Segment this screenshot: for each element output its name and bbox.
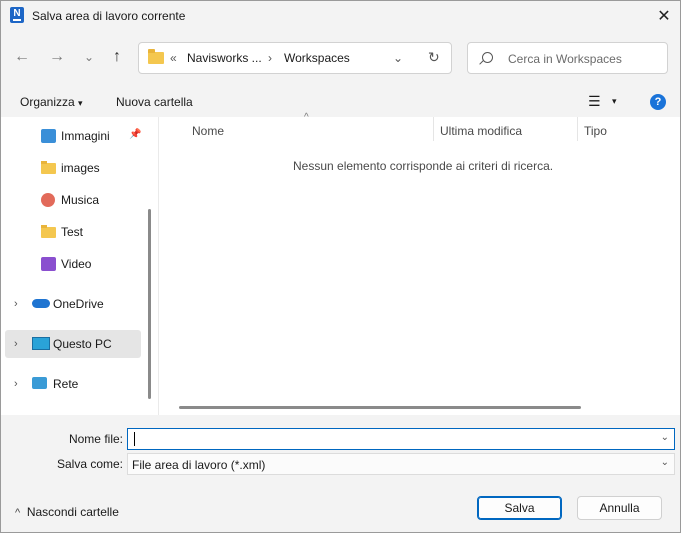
- breadcrumb-parent[interactable]: Navisworks ...: [187, 51, 262, 65]
- pictures-icon: [41, 129, 56, 143]
- expand-chevron-icon[interactable]: ›: [14, 298, 18, 310]
- navigation-pane: Immagini 📌 images Musica Test Video › On…: [1, 117, 158, 415]
- sidebar-item-label: Questo PC: [53, 337, 112, 351]
- search-input[interactable]: Cerca in Workspaces: [508, 52, 622, 66]
- sidebar-item-label: OneDrive: [53, 297, 104, 311]
- empty-message: Nessun elemento corrisponde ai criteri d…: [293, 159, 554, 173]
- breadcrumb-current[interactable]: Workspaces: [284, 51, 350, 65]
- column-divider[interactable]: [577, 117, 578, 141]
- organize-label: Organizza: [20, 95, 75, 109]
- video-icon: [41, 257, 56, 271]
- help-icon[interactable]: ?: [650, 94, 666, 110]
- sidebar-item-label: Musica: [61, 193, 100, 207]
- search-icon: [482, 52, 493, 63]
- save-button[interactable]: Salva: [477, 496, 562, 520]
- save-dialog: N Salva area di lavoro corrente ✕ ← → ⌄ …: [0, 0, 681, 533]
- folder-icon: [41, 225, 56, 238]
- hide-folders-toggle[interactable]: ^ Nascondi cartelle: [15, 505, 119, 519]
- pane-divider[interactable]: [158, 117, 159, 415]
- column-header-name[interactable]: Nome: [192, 124, 224, 138]
- sidebar-item-questo-pc[interactable]: › Questo PC: [5, 330, 141, 358]
- folder-icon: [41, 161, 56, 174]
- sidebar-item-musica[interactable]: Musica: [5, 186, 141, 214]
- address-bar[interactable]: « Navisworks ... › Workspaces ⌄ ↻: [138, 42, 452, 74]
- expand-chevron-icon[interactable]: ›: [14, 378, 18, 390]
- breadcrumb-separator-icon: ›: [268, 51, 272, 65]
- caret-down-icon: ▾: [78, 98, 83, 108]
- sidebar-item-label: Immagini: [61, 129, 110, 143]
- savetype-value: File area di lavoro (*.xml): [132, 458, 266, 472]
- sidebar-item-label: Video: [61, 257, 92, 271]
- sidebar-item-video[interactable]: Video: [5, 250, 141, 278]
- sort-ascending-icon: ^: [304, 112, 309, 123]
- text-cursor: [134, 432, 135, 446]
- navisworks-app-icon: N: [10, 7, 24, 23]
- cancel-button[interactable]: Annulla: [577, 496, 662, 520]
- expand-chevron-icon[interactable]: ›: [14, 338, 18, 350]
- savetype-label: Salva come:: [56, 457, 123, 471]
- computer-icon: [32, 337, 50, 350]
- address-dropdown-icon[interactable]: ⌄: [393, 51, 403, 65]
- sidebar-item-images[interactable]: images: [5, 154, 141, 182]
- sidebar-item-label: images: [61, 161, 100, 175]
- folder-icon: [148, 49, 164, 64]
- network-icon: [32, 377, 47, 389]
- sidebar-item-rete[interactable]: › Rete: [5, 370, 141, 398]
- window-title: Salva area di lavoro corrente: [32, 9, 186, 23]
- sidebar-item-label: Test: [61, 225, 84, 239]
- filename-label: Nome file:: [68, 432, 123, 446]
- filename-input[interactable]: ⌄: [127, 428, 675, 450]
- sidebar-item-immagini[interactable]: Immagini 📌: [5, 122, 141, 150]
- new-folder-button[interactable]: Nuova cartella: [116, 95, 193, 109]
- column-divider[interactable]: [433, 117, 434, 141]
- view-caret-down-icon[interactable]: ▾: [612, 96, 617, 107]
- column-header-type[interactable]: Tipo: [584, 124, 607, 138]
- refresh-icon[interactable]: ↻: [428, 49, 440, 66]
- cloud-icon: [32, 299, 50, 308]
- column-header-modified[interactable]: Ultima modifica: [440, 124, 522, 138]
- savetype-select[interactable]: File area di lavoro (*.xml) ⌄: [127, 453, 675, 475]
- back-arrow-icon[interactable]: ←: [10, 45, 34, 69]
- up-arrow-icon[interactable]: ↑: [105, 45, 129, 69]
- sidebar-item-onedrive[interactable]: › OneDrive: [5, 290, 141, 318]
- forward-arrow-icon[interactable]: →: [45, 45, 69, 69]
- organize-button[interactable]: Organizza ▾: [20, 95, 83, 109]
- search-box[interactable]: Cerca in Workspaces: [467, 42, 668, 74]
- sidebar-item-label: Rete: [53, 377, 79, 391]
- sidebar-item-test[interactable]: Test: [5, 218, 141, 246]
- savetype-dropdown-icon[interactable]: ⌄: [661, 457, 669, 468]
- music-icon: [41, 193, 55, 207]
- nav-pane-scrollbar[interactable]: [148, 209, 151, 399]
- pin-icon[interactable]: 📌: [129, 129, 141, 140]
- chevron-up-icon: ^: [15, 507, 21, 519]
- close-icon[interactable]: ✕: [652, 6, 676, 28]
- hide-folders-label: Nascondi cartelle: [26, 505, 119, 519]
- title-bar: N Salva area di lavoro corrente ✕: [1, 1, 680, 33]
- horizontal-scrollbar[interactable]: [179, 406, 581, 409]
- breadcrumb-overflow-icon[interactable]: «: [170, 51, 177, 65]
- recent-locations-chevron-icon[interactable]: ⌄: [77, 45, 101, 69]
- content-area: Immagini 📌 images Musica Test Video › On…: [1, 112, 680, 415]
- filename-dropdown-icon[interactable]: ⌄: [661, 432, 669, 443]
- view-options-icon[interactable]: ☰: [588, 93, 601, 110]
